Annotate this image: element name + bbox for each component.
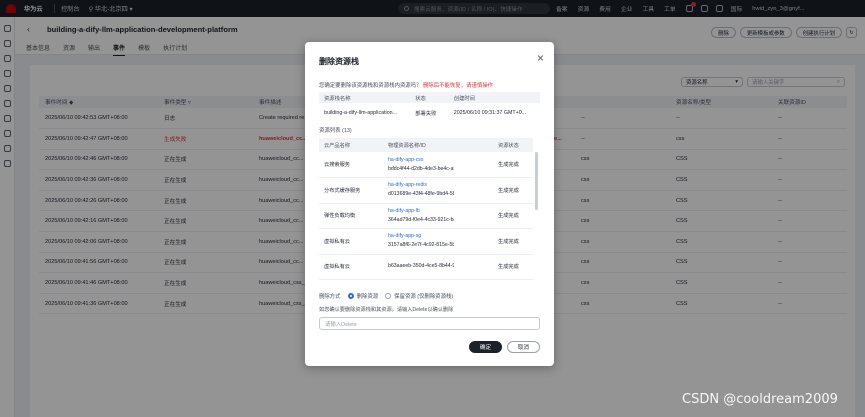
resource-physical: ha-dify-app-lb364ad79d-f0e4-4c33-921c-bd… [383, 203, 494, 229]
resource-status: 生成完成 [493, 152, 533, 178]
radio-keep-label[interactable]: 保留资源 (仅删除资源栈) [394, 292, 453, 300]
stack-summary-table: 资源栈名称 状态 创建时间 building-a-dify-llm-applic… [319, 92, 540, 123]
resource-table: 云产品名称 物理资源名称/ID 资源状态 云搜索服务 ha-dify-app-cs… [319, 138, 533, 280]
dialog-question: 您确定要删除该资源栈和资源栈内资源吗？ 删除后不能恢复，请谨慎操作 [319, 81, 493, 89]
resource-product: 云搜索服务 [319, 152, 384, 178]
resource-id: d013689e-43f4-48fe-9bd4-581a3f36578d [388, 191, 454, 198]
close-icon[interactable]: × [537, 51, 544, 65]
resource-status: 生成完成 [493, 228, 533, 255]
radio-keep-resources[interactable] [385, 293, 392, 299]
scrollbar[interactable] [535, 152, 538, 210]
resource-row: 虚拟私有云 ha-dify-app-sg 3157a8f6-2e7f-4c92-81… [319, 228, 533, 255]
resource-row: 云搜索服务 ha-dify-app-css bddc4f44-d2db-4de3-b… [319, 152, 533, 178]
resource-row: 弹性负载均衡 ha-dify-app-lb 364ad79d-f0e4-4c33-9… [319, 203, 533, 229]
resource-physical: b63aaeeb-350d-4ce5-8b44-93673fb3108 [383, 254, 494, 280]
watermark: CSDN @cooldream2009 [682, 392, 838, 407]
resource-status: 生成完成 [493, 177, 533, 204]
resource-row: 分布式缓存服务 ha-dify-app-redis d013689e-43f4-48… [319, 177, 533, 204]
resource-physical: ha-dify-app-redis d013689e-43f4-48fe-9bd4… [383, 177, 494, 204]
stack-row: building-a-dify-llm-application... 部署失败 … [319, 103, 540, 123]
stack-name-cell: building-a-dify-llm-application... [324, 110, 398, 116]
resource-physical: ha-dify-app-css bddc4f44-d2db-4de3-be4c-a… [383, 152, 494, 178]
delete-mode-label: 删除方式 [319, 294, 341, 300]
resource-product: 虚拟私有云 [319, 254, 384, 280]
stack-col-name: 资源栈名称 [319, 92, 411, 103]
cancel-button[interactable]: 取消 [507, 341, 540, 353]
resource-count: 资源列表 (13) [319, 128, 352, 134]
resource-id: bddc4f44-d2db-4de3-be4c-a572fbc2f781 [388, 165, 454, 172]
delete-stack-dialog: 删除资源栈 × 您确定要删除该资源栈和资源栈内资源吗？ 删除后不能恢复，请谨慎操… [305, 42, 554, 366]
delete-mode-group: 删除方式 删除资源 保留资源 (仅删除资源栈) [319, 292, 453, 300]
stack-col-status: 状态 [410, 92, 449, 103]
resource-product: 分布式缓存服务 [319, 177, 384, 204]
stack-status-cell: 部署失败 [415, 111, 437, 117]
resource-status: 生成完成 [493, 254, 533, 280]
confirm-instruction: 如您确认要删除资源栈和其资源，请输入Delete以确认删除 [319, 307, 454, 313]
question-text: 您确定要删除该资源栈和资源栈内资源吗？ [319, 83, 422, 89]
confirm-button[interactable]: 确定 [469, 341, 502, 353]
radio-delete-label[interactable]: 删除资源 [357, 292, 379, 300]
resource-physical: ha-dify-app-sg 3157a8f6-2e7f-4c92-815e-5b… [383, 228, 494, 255]
resource-list[interactable]: 云产品名称 物理资源名称/ID 资源状态 云搜索服务 ha-dify-app-cs… [319, 138, 540, 280]
resource-name-link[interactable]: ha-dify-app-css [388, 156, 454, 165]
res-col-physical: 物理资源名称/ID [383, 138, 494, 152]
resource-product: 弹性负载均衡 [319, 203, 384, 229]
resource-id: 3157a8f6-2e7f-4c92-815e-5bd40583e8b [388, 242, 455, 249]
radio-delete-resources[interactable] [347, 293, 354, 299]
stack-created-cell: 2025/06/10 09:31:37 GMT+0... [453, 110, 527, 116]
resource-name-link[interactable]: ha-dify-app-lb [388, 207, 454, 216]
resource-id: b63aaeeb-350d-4ce5-8b44-93673fb3108 [388, 263, 454, 270]
resource-product: 虚拟私有云 [319, 228, 384, 255]
confirm-input-placeholder: 请输入Delete [325, 321, 357, 328]
dialog-title: 删除资源栈 [319, 57, 359, 66]
res-col-product: 云产品名称 [319, 138, 384, 152]
warning-text: 删除后不能恢复，请谨慎操作 [422, 83, 494, 89]
resource-id: 364ad79d-f0e4-4c33-921c-bd495d5a29c [388, 216, 454, 223]
res-col-status: 资源状态 [493, 138, 533, 152]
resource-name-link[interactable]: ha-dify-app-sg [388, 232, 454, 241]
resource-name-link[interactable]: ha-dify-app-redis [388, 181, 454, 190]
confirm-delete-input[interactable]: 请输入Delete [319, 317, 540, 330]
resource-status: 生成完成 [493, 203, 533, 229]
stack-col-created: 创建时间 [448, 92, 540, 103]
resource-row: 虚拟私有云 b63aaeeb-350d-4ce5-8b44-93673fb3108… [319, 254, 533, 280]
